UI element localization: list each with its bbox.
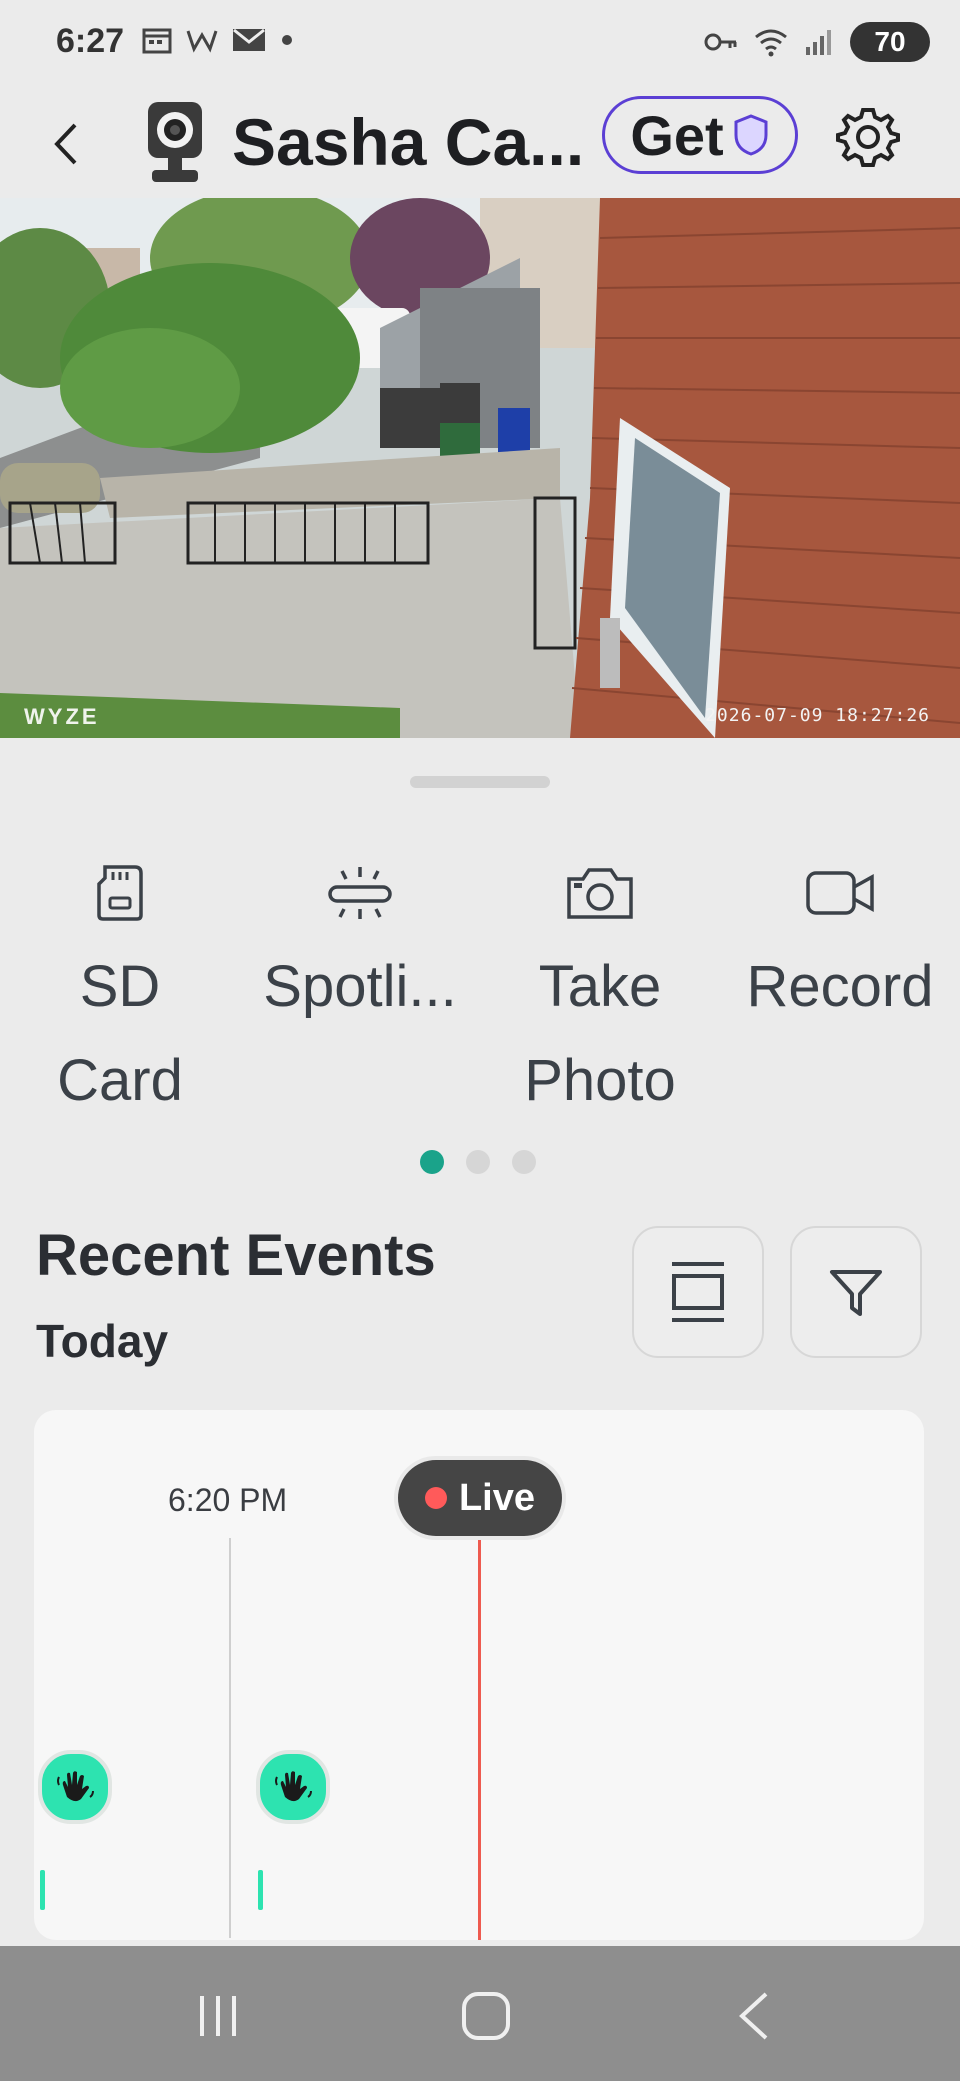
feed-timestamp: 2026-07-09 18:27:26 — [705, 705, 930, 726]
home-icon — [462, 1992, 510, 2040]
timeline-hour-line — [229, 1538, 231, 1938]
page-indicator — [420, 1150, 536, 1174]
gear-icon — [836, 108, 900, 167]
events-title: Recent Events — [36, 1223, 436, 1288]
system-back-button[interactable] — [714, 1986, 794, 2046]
sd-card-icon — [97, 865, 143, 921]
calendar-icon — [142, 28, 172, 54]
status-time: 6:27 — [56, 22, 125, 60]
get-premium-button[interactable]: Get — [602, 96, 798, 174]
status-bar: 6:27 70 — [0, 0, 960, 88]
more-dot-icon — [282, 35, 292, 45]
event-bar[interactable] — [258, 1870, 263, 1910]
sd-card-label: SD Card — [57, 954, 183, 1113]
recent-apps-icon — [200, 1996, 236, 2036]
filter-button[interactable] — [790, 1226, 922, 1358]
signal-icon — [806, 30, 831, 55]
take-photo-label: Take Photo — [524, 954, 676, 1113]
live-dot-icon — [424, 1487, 447, 1509]
get-label: Get — [630, 103, 724, 167]
vpn-key-icon — [704, 33, 737, 51]
page-dot[interactable] — [466, 1150, 490, 1174]
event-bar[interactable] — [40, 1870, 45, 1910]
notification-icons — [142, 26, 294, 54]
drag-handle[interactable] — [410, 776, 550, 788]
app-header: Sasha Ca... Get — [0, 88, 960, 198]
system-nav-bar — [0, 1946, 960, 2081]
brand-watermark: WYZE — [24, 704, 100, 729]
live-camera-feed[interactable]: WYZE 2026-07-09 18:27:26 — [0, 198, 960, 738]
battery-indicator: 70 — [850, 22, 930, 62]
quick-actions: SD Card Spotli... Take Photo Record — [0, 858, 960, 1118]
live-position-line — [478, 1536, 481, 1940]
motion-event-marker[interactable] — [256, 1750, 330, 1824]
spotlight-icon — [328, 867, 392, 919]
camera-icon — [567, 868, 633, 919]
wave-hand-icon — [275, 1771, 312, 1802]
motion-event-marker[interactable] — [38, 1750, 112, 1824]
back-arrow-icon — [739, 1992, 768, 2040]
record-button[interactable]: Record — [730, 858, 950, 1034]
live-button[interactable]: Live — [398, 1460, 562, 1536]
page-dot[interactable] — [512, 1150, 536, 1174]
spotlight-label: Spotli... — [263, 954, 457, 1019]
settings-button[interactable] — [836, 104, 900, 168]
live-label: Live — [458, 1476, 536, 1519]
page-title: Sasha Ca... — [232, 105, 585, 179]
page-dot-active[interactable] — [420, 1150, 444, 1174]
recent-apps-button[interactable] — [178, 1986, 258, 2046]
w-app-icon — [186, 30, 218, 53]
take-photo-button[interactable]: Take Photo — [490, 858, 710, 1128]
timeline-time-label: 6:20 PM — [168, 1482, 288, 1518]
shield-icon — [734, 114, 768, 156]
events-date: Today — [36, 1315, 169, 1367]
camera-device-icon — [148, 102, 202, 182]
video-record-icon — [806, 871, 874, 915]
system-icons: 70 — [704, 22, 930, 62]
wifi-icon — [755, 29, 787, 57]
filter-icon — [830, 1270, 882, 1316]
sd-card-button[interactable]: SD Card — [10, 858, 230, 1128]
list-view-icon — [672, 1262, 724, 1322]
back-button[interactable] — [40, 114, 90, 174]
record-label: Record — [746, 954, 934, 1019]
view-mode-button[interactable] — [632, 1226, 764, 1358]
mail-icon — [233, 28, 265, 51]
chevron-left-icon — [54, 123, 77, 165]
wave-hand-icon — [57, 1771, 94, 1802]
event-timeline[interactable]: 6:20 PM Live — [34, 1410, 924, 1940]
camera-scene — [0, 198, 960, 738]
home-button[interactable] — [446, 1986, 526, 2046]
spotlight-button[interactable]: Spotli... — [250, 858, 470, 1034]
